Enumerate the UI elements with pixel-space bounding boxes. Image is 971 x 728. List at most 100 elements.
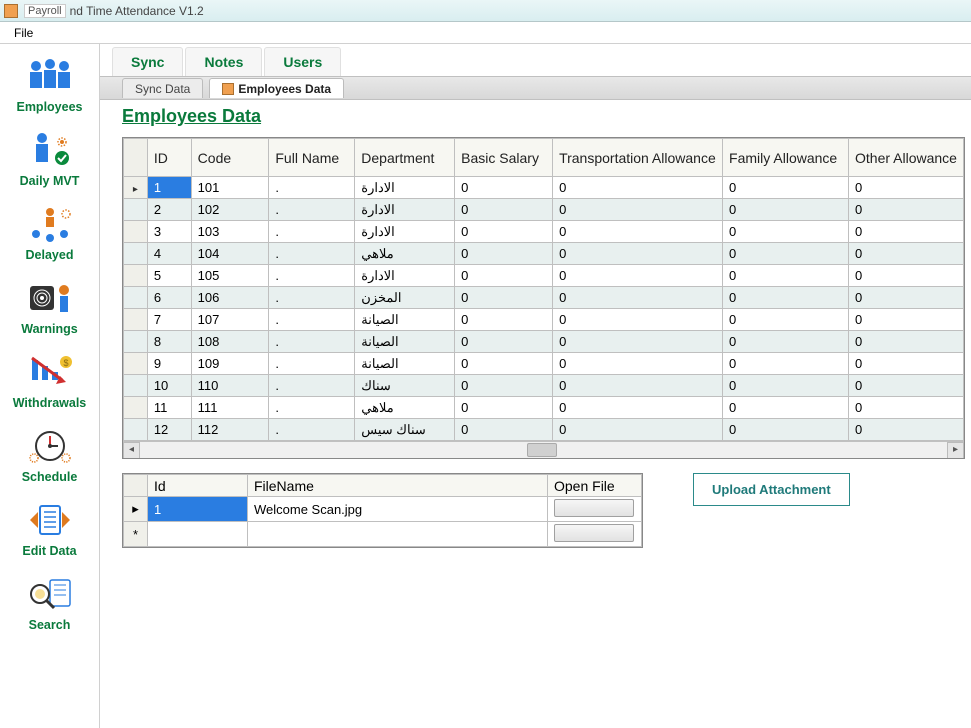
cell-dept[interactable]: الصيانة — [355, 309, 455, 331]
cell-name[interactable]: . — [269, 287, 355, 309]
cell-code[interactable]: 108 — [191, 331, 269, 353]
cell-dept[interactable]: ملاهي — [355, 397, 455, 419]
cell-dept[interactable]: الادارة — [355, 265, 455, 287]
cell-sal[interactable]: 0 — [455, 309, 553, 331]
cell-name[interactable]: . — [269, 177, 355, 199]
grid-corner[interactable] — [124, 139, 148, 177]
table-row[interactable]: 3103.الادارة0000 — [124, 221, 964, 243]
col-header-att-filename[interactable]: FileName — [248, 475, 548, 497]
row-header[interactable] — [124, 243, 148, 265]
cell-ta[interactable]: 0 — [553, 309, 723, 331]
cell-ta[interactable]: 0 — [553, 397, 723, 419]
cell-ta[interactable]: 0 — [553, 353, 723, 375]
scroll-track[interactable] — [140, 442, 947, 458]
cell-code[interactable]: 104 — [191, 243, 269, 265]
cell-oa[interactable]: 0 — [849, 331, 964, 353]
cell-code[interactable]: 105 — [191, 265, 269, 287]
cell-fa[interactable]: 0 — [723, 177, 849, 199]
cell-code[interactable]: 106 — [191, 287, 269, 309]
col-header-transportallowance[interactable]: Transportation Allowance — [553, 139, 723, 177]
cell-sal[interactable]: 0 — [455, 419, 553, 441]
cell-ta[interactable]: 0 — [553, 177, 723, 199]
cell-name[interactable]: . — [269, 419, 355, 441]
scroll-left-arrow[interactable]: ◂ — [123, 442, 140, 459]
open-file-button[interactable] — [554, 524, 634, 542]
tab-sync[interactable]: Sync — [112, 47, 183, 76]
cell-code[interactable]: 107 — [191, 309, 269, 331]
col-header-att-openfile[interactable]: Open File — [548, 475, 642, 497]
cell-id[interactable]: 6 — [147, 287, 191, 309]
cell-fa[interactable]: 0 — [723, 331, 849, 353]
table-row[interactable]: 8108.الصيانة0000 — [124, 331, 964, 353]
cell-oa[interactable]: 0 — [849, 419, 964, 441]
att-cell-id-new[interactable] — [148, 522, 248, 547]
row-header[interactable] — [124, 419, 148, 441]
cell-ta[interactable]: 0 — [553, 331, 723, 353]
cell-name[interactable]: . — [269, 353, 355, 375]
att-grid-corner[interactable] — [124, 475, 148, 497]
employees-grid[interactable]: ID Code Full Name Department Basic Salar… — [122, 137, 965, 459]
sidebar-item-employees[interactable]: Employees — [0, 50, 99, 124]
cell-id[interactable]: 12 — [147, 419, 191, 441]
cell-oa[interactable]: 0 — [849, 375, 964, 397]
cell-oa[interactable]: 0 — [849, 309, 964, 331]
row-header[interactable] — [124, 287, 148, 309]
row-header[interactable] — [124, 309, 148, 331]
cell-id[interactable]: 3 — [147, 221, 191, 243]
cell-id[interactable]: 11 — [147, 397, 191, 419]
att-row-header[interactable]: ▸ — [124, 497, 148, 522]
cell-fa[interactable]: 0 — [723, 419, 849, 441]
cell-fa[interactable]: 0 — [723, 265, 849, 287]
cell-oa[interactable]: 0 — [849, 287, 964, 309]
cell-code[interactable]: 103 — [191, 221, 269, 243]
row-header[interactable] — [124, 331, 148, 353]
cell-dept[interactable]: سناك سيس — [355, 419, 455, 441]
att-cell-filename[interactable]: Welcome Scan.jpg — [248, 497, 548, 522]
scroll-thumb[interactable] — [527, 443, 557, 457]
cell-dept[interactable]: الادارة — [355, 177, 455, 199]
sidebar-item-schedule[interactable]: Schedule — [0, 420, 99, 494]
cell-code[interactable]: 112 — [191, 419, 269, 441]
cell-code[interactable]: 109 — [191, 353, 269, 375]
cell-ta[interactable]: 0 — [553, 419, 723, 441]
table-row[interactable]: 5105.الادارة0000 — [124, 265, 964, 287]
cell-name[interactable]: . — [269, 331, 355, 353]
col-header-familyallowance[interactable]: Family Allowance — [723, 139, 849, 177]
cell-id[interactable]: 8 — [147, 331, 191, 353]
col-header-department[interactable]: Department — [355, 139, 455, 177]
sidebar-item-editdata[interactable]: Edit Data — [0, 494, 99, 568]
sidebar-item-dailymvt[interactable]: Daily MVT — [0, 124, 99, 198]
cell-oa[interactable]: 0 — [849, 397, 964, 419]
att-cell-id[interactable]: 1 — [148, 497, 248, 522]
col-header-otherallowance[interactable]: Other Allowance — [849, 139, 964, 177]
cell-id[interactable]: 2 — [147, 199, 191, 221]
cell-sal[interactable]: 0 — [455, 221, 553, 243]
cell-ta[interactable]: 0 — [553, 375, 723, 397]
cell-fa[interactable]: 0 — [723, 287, 849, 309]
open-file-button[interactable] — [554, 499, 634, 517]
cell-sal[interactable]: 0 — [455, 397, 553, 419]
attachments-grid[interactable]: Id FileName Open File ▸ 1 Welcome Scan.j… — [122, 473, 643, 548]
sidebar-item-search[interactable]: Search — [0, 568, 99, 642]
cell-sal[interactable]: 0 — [455, 243, 553, 265]
cell-dept[interactable]: ملاهي — [355, 243, 455, 265]
cell-code[interactable]: 101 — [191, 177, 269, 199]
tab-users[interactable]: Users — [264, 47, 341, 76]
cell-ta[interactable]: 0 — [553, 287, 723, 309]
att-cell-filename-new[interactable] — [248, 522, 548, 547]
cell-sal[interactable]: 0 — [455, 177, 553, 199]
cell-id[interactable]: 5 — [147, 265, 191, 287]
cell-name[interactable]: . — [269, 309, 355, 331]
col-header-fullname[interactable]: Full Name — [269, 139, 355, 177]
cell-dept[interactable]: الادارة — [355, 199, 455, 221]
cell-dept[interactable]: الصيانة — [355, 331, 455, 353]
table-row[interactable]: 12112.سناك سيس0000 — [124, 419, 964, 441]
att-cell-open[interactable] — [548, 497, 642, 522]
row-header[interactable] — [124, 265, 148, 287]
cell-ta[interactable]: 0 — [553, 199, 723, 221]
sidebar-item-withdrawals[interactable]: $ Withdrawals — [0, 346, 99, 420]
cell-fa[interactable]: 0 — [723, 243, 849, 265]
cell-oa[interactable]: 0 — [849, 353, 964, 375]
cell-fa[interactable]: 0 — [723, 309, 849, 331]
cell-ta[interactable]: 0 — [553, 221, 723, 243]
